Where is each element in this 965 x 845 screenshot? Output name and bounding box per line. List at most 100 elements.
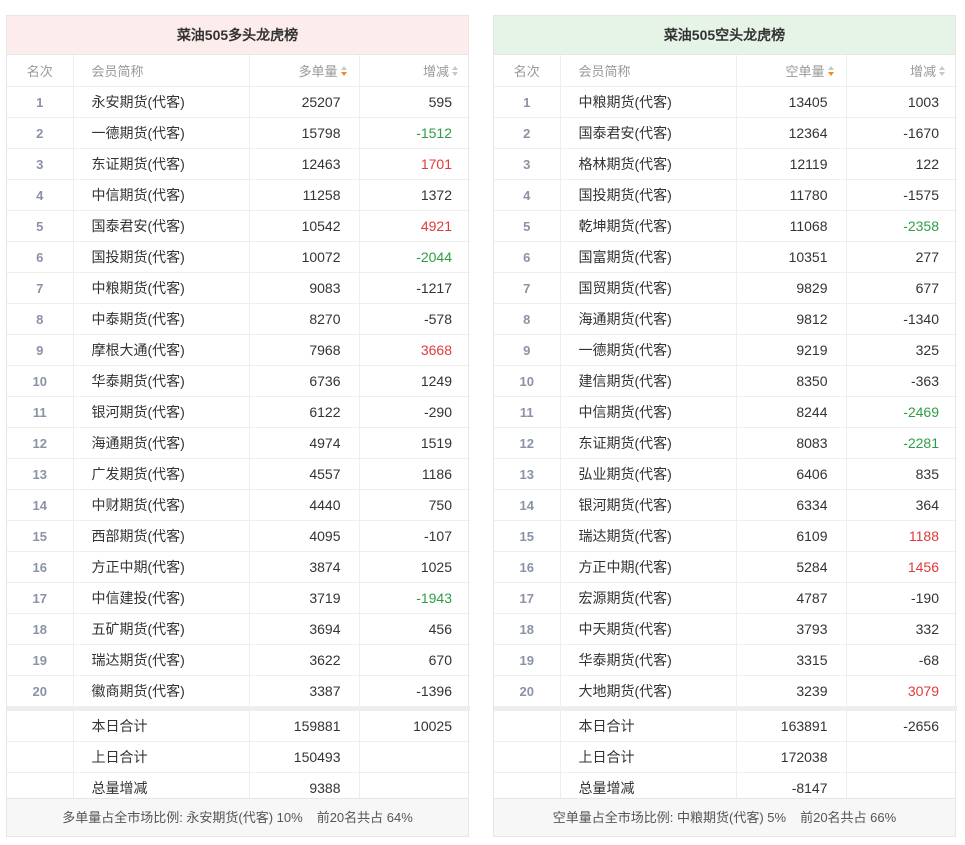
member-name-cell[interactable]: 格林期货(代客) [559, 148, 737, 180]
rank-cell: 6 [494, 241, 560, 273]
table-row: 3 东证期货(代客) 12463 1701 [7, 148, 470, 180]
member-name-cell[interactable]: 中泰期货(代客) [72, 303, 250, 335]
member-name-cell[interactable]: 国泰君安(代客) [72, 210, 250, 242]
volume-sort-header[interactable]: 空单量 [736, 55, 846, 87]
member-name-cell[interactable]: 中信建投(代客) [72, 582, 250, 614]
member-name-cell[interactable]: 国投期货(代客) [72, 241, 250, 273]
rank-cell: 14 [494, 489, 560, 521]
volume-cell: 8350 [736, 365, 846, 397]
member-name-cell[interactable]: 中粮期货(代客) [559, 86, 737, 118]
sort-icon[interactable] [938, 66, 947, 77]
member-name-cell[interactable]: 银河期货(代客) [72, 396, 250, 428]
member-name-cell[interactable]: 一德期货(代客) [72, 117, 250, 149]
rank-cell: 3 [7, 148, 73, 180]
member-name-cell[interactable]: 五矿期货(代客) [72, 613, 250, 645]
member-name-cell[interactable]: 银河期货(代客) [559, 489, 737, 521]
member-name-cell[interactable]: 徽商期货(代客) [72, 675, 250, 707]
volume-cell: 4557 [249, 458, 359, 490]
member-name-cell[interactable]: 弘业期货(代客) [559, 458, 737, 490]
rank-cell: 11 [494, 396, 560, 428]
table-row: 8 海通期货(代客) 9812 -1340 [494, 303, 957, 335]
summary-change [358, 741, 470, 773]
member-name-cell[interactable]: 东证期货(代客) [72, 148, 250, 180]
change-cell: 677 [845, 272, 957, 304]
table-row: 17 宏源期货(代客) 4787 -190 [494, 582, 957, 614]
change-cell: 277 [845, 241, 957, 273]
change-cell: -1670 [845, 117, 957, 149]
long-board-title: 菜油505多头龙虎榜 [7, 16, 468, 55]
member-name-cell[interactable]: 华泰期货(代客) [72, 365, 250, 397]
change-cell: 332 [845, 613, 957, 645]
member-name-cell[interactable]: 一德期货(代客) [559, 334, 737, 366]
member-name-cell[interactable]: 摩根大通(代客) [72, 334, 250, 366]
volume-cell: 8083 [736, 427, 846, 459]
member-name-cell[interactable]: 海通期货(代客) [559, 303, 737, 335]
member-name-cell[interactable]: 西部期货(代客) [72, 520, 250, 552]
rank-cell: 17 [494, 582, 560, 614]
member-name-cell[interactable]: 永安期货(代客) [72, 86, 250, 118]
volume-cell: 11780 [736, 179, 846, 211]
member-name-cell[interactable]: 中信期货(代客) [72, 179, 250, 211]
change-cell: 1025 [358, 551, 470, 583]
member-name-cell[interactable]: 中天期货(代客) [559, 613, 737, 645]
change-sort-header[interactable]: 增减 [358, 55, 470, 87]
member-name-cell[interactable]: 瑞达期货(代客) [559, 520, 737, 552]
member-name-cell[interactable]: 方正中期(代客) [72, 551, 250, 583]
volume-cell: 4974 [249, 427, 359, 459]
table-row: 5 国泰君安(代客) 10542 4921 [7, 210, 470, 242]
change-cell: 595 [358, 86, 470, 118]
change-cell: -1340 [845, 303, 957, 335]
rank-cell: 12 [7, 427, 73, 459]
table-row: 2 国泰君安(代客) 12364 -1670 [494, 117, 957, 149]
table-row: 9 一德期货(代客) 9219 325 [494, 334, 957, 366]
rank-cell: 10 [494, 365, 560, 397]
volume-header-label: 空单量 [785, 64, 825, 79]
member-name-cell[interactable]: 中财期货(代客) [72, 489, 250, 521]
short-board-footer: 空单量占全市场比例: 中粮期货(代客) 5% 前20名共占 66% [494, 798, 955, 836]
rank-cell: 4 [7, 179, 73, 211]
volume-cell: 9219 [736, 334, 846, 366]
member-name-cell[interactable]: 东证期货(代客) [559, 427, 737, 459]
table-header-row: 名次 会员简称 空单量 增减 [494, 55, 957, 87]
table-row: 4 国投期货(代客) 11780 -1575 [494, 179, 957, 211]
volume-cell: 9829 [736, 272, 846, 304]
volume-sort-header[interactable]: 多单量 [249, 55, 359, 87]
member-name-cell[interactable]: 瑞达期货(代客) [72, 644, 250, 676]
member-name-cell[interactable]: 国泰君安(代客) [559, 117, 737, 149]
table-row: 19 华泰期货(代客) 3315 -68 [494, 644, 957, 676]
sort-icon[interactable] [451, 66, 460, 77]
table-row: 14 中财期货(代客) 4440 750 [7, 489, 470, 521]
change-cell: -2281 [845, 427, 957, 459]
member-name-cell[interactable]: 中信期货(代客) [559, 396, 737, 428]
sort-desc-icon[interactable] [340, 66, 349, 77]
volume-cell: 11068 [736, 210, 846, 242]
summary-label: 上日合计 [72, 741, 250, 773]
rank-cell: 11 [7, 396, 73, 428]
table-row: 11 中信期货(代客) 8244 -2469 [494, 396, 957, 428]
change-cell: 1003 [845, 86, 957, 118]
member-name-cell[interactable]: 大地期货(代客) [559, 675, 737, 707]
member-name-cell[interactable]: 中粮期货(代客) [72, 272, 250, 304]
member-name-cell[interactable]: 国贸期货(代客) [559, 272, 737, 304]
member-name-cell[interactable]: 宏源期货(代客) [559, 582, 737, 614]
member-name-cell[interactable]: 国投期货(代客) [559, 179, 737, 211]
member-name-cell[interactable]: 乾坤期货(代客) [559, 210, 737, 242]
summary-spacer [494, 741, 560, 773]
change-cell: -190 [845, 582, 957, 614]
change-sort-header[interactable]: 增减 [845, 55, 957, 87]
volume-cell: 13405 [736, 86, 846, 118]
member-name-cell[interactable]: 国富期货(代客) [559, 241, 737, 273]
member-name-cell[interactable]: 建信期货(代客) [559, 365, 737, 397]
member-name-cell[interactable]: 广发期货(代客) [72, 458, 250, 490]
rank-cell: 4 [494, 179, 560, 211]
sort-desc-icon[interactable] [827, 66, 836, 77]
member-name-cell[interactable]: 方正中期(代客) [559, 551, 737, 583]
table-row: 12 东证期货(代客) 8083 -2281 [494, 427, 957, 459]
member-name-cell[interactable]: 华泰期货(代客) [559, 644, 737, 676]
rank-cell: 15 [494, 520, 560, 552]
rank-cell: 18 [494, 613, 560, 645]
volume-cell: 10542 [249, 210, 359, 242]
member-name-cell[interactable]: 海通期货(代客) [72, 427, 250, 459]
summary-row: 上日合计 172038 [494, 741, 957, 773]
rank-cell: 9 [7, 334, 73, 366]
